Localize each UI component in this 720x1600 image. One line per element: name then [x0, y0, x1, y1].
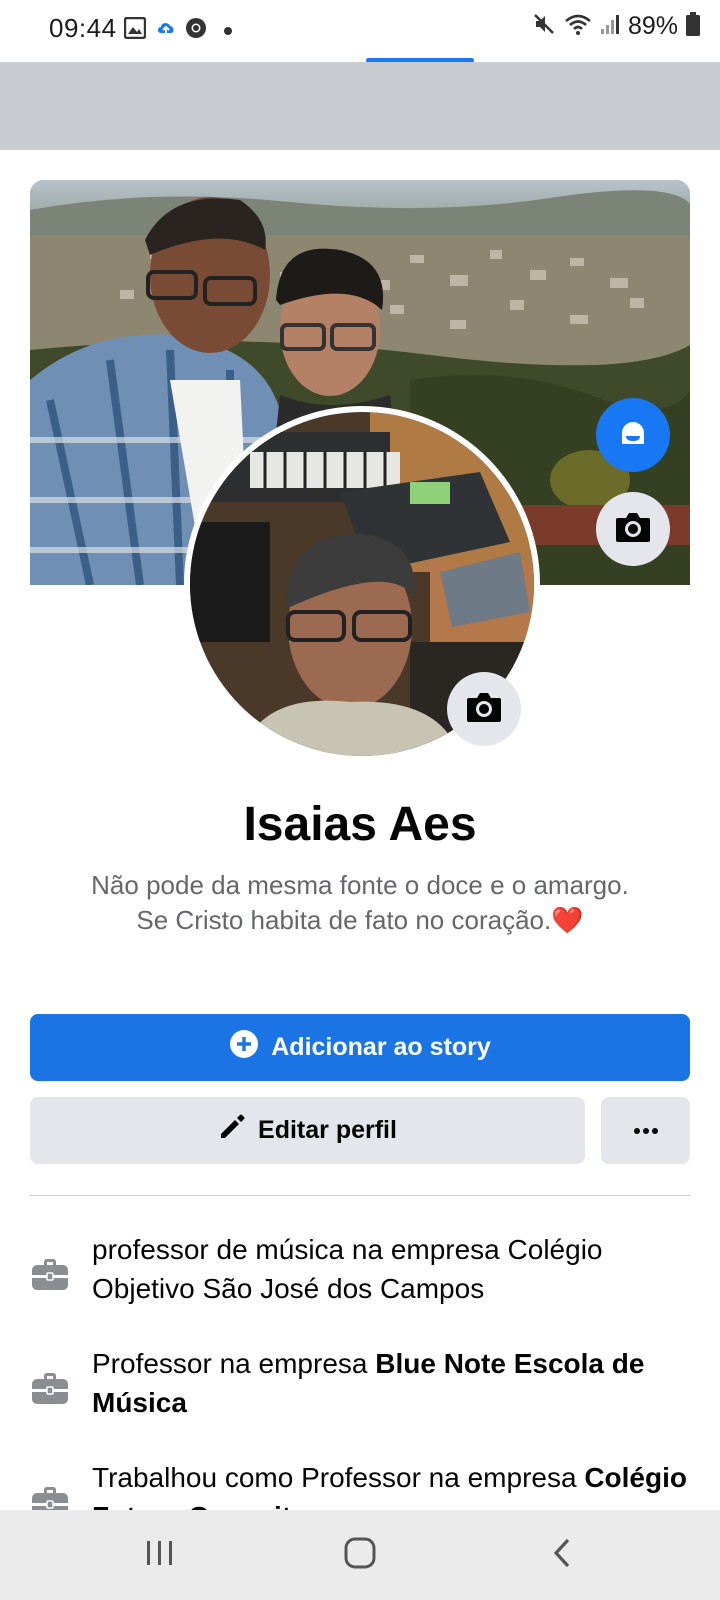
- edit-profile-button[interactable]: Editar perfil: [30, 1097, 585, 1164]
- status-bar: 09:44 89%: [0, 0, 720, 62]
- top-navigation-strip: [0, 62, 720, 150]
- avatar-button[interactable]: [596, 398, 670, 472]
- profile-bio: Não pode da mesma fonte o doce e o amarg…: [80, 868, 640, 938]
- back-button[interactable]: [532, 1532, 592, 1578]
- more-dots-icon: [633, 1122, 659, 1140]
- status-time: 09:44: [49, 13, 117, 43]
- battery-percentage: 89%: [627, 12, 678, 40]
- dot-icon: [223, 23, 233, 41]
- mute-icon: [532, 12, 556, 41]
- bio-line-2-text: Se Cristo habita de fato no coração.: [136, 905, 552, 935]
- avatar-icon: [614, 414, 652, 457]
- edit-profile-picture-button[interactable]: [447, 672, 521, 746]
- gallery-icon: [123, 16, 147, 44]
- edit-cover-photo-button[interactable]: [596, 492, 670, 566]
- heart-emoji: ❤️: [551, 905, 584, 935]
- recent-apps-icon: [145, 1539, 175, 1572]
- briefcase-icon: [30, 1254, 70, 1294]
- section-divider: [30, 1195, 690, 1196]
- chrome-icon: [185, 17, 207, 44]
- system-navigation-bar: [0, 1510, 720, 1600]
- info-item-work-2[interactable]: Professor na empresa Blue Note Escola de…: [30, 1344, 690, 1422]
- bio-line-1: Não pode da mesma fonte o doce e o amarg…: [91, 870, 629, 900]
- pencil-icon: [218, 1113, 246, 1148]
- info-text: Professor na empresa: [92, 1348, 376, 1379]
- bio-line-2: Se Cristo habita de fato no coração.❤️: [80, 903, 640, 938]
- plus-circle-icon: [229, 1029, 259, 1066]
- recent-apps-button[interactable]: [130, 1532, 190, 1578]
- wifi-icon: [564, 12, 592, 41]
- signal-icon: [600, 13, 620, 40]
- status-indicators: 89%: [532, 12, 700, 41]
- briefcase-icon: [30, 1368, 70, 1408]
- camera-icon: [465, 690, 503, 729]
- add-to-story-label: Adicionar ao story: [271, 1033, 491, 1061]
- back-icon: [552, 1538, 572, 1573]
- camera-icon: [614, 510, 652, 549]
- info-text: professor de música na empresa Colégio O…: [92, 1234, 603, 1304]
- home-button[interactable]: [330, 1532, 390, 1578]
- info-item-work-1[interactable]: professor de música na empresa Colégio O…: [30, 1230, 690, 1308]
- battery-icon: [686, 12, 700, 41]
- add-to-story-button[interactable]: Adicionar ao story: [30, 1014, 690, 1081]
- edit-profile-label: Editar perfil: [258, 1116, 397, 1144]
- home-icon: [344, 1537, 376, 1574]
- cloud-upload-icon: [156, 19, 176, 42]
- more-options-button[interactable]: [601, 1097, 690, 1164]
- profile-name: Isaias Aes: [243, 798, 477, 851]
- info-text: Trabalhou como Professor na empresa: [92, 1462, 585, 1493]
